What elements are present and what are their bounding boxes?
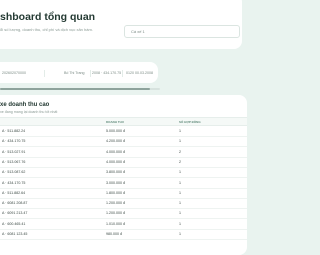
revenue-cell: 980.000 đ — [106, 232, 122, 236]
revenue-cell: 1.200.000 đ — [106, 211, 125, 216]
table-row-divider — [0, 187, 247, 189]
contract-count-cell: 1 — [179, 180, 181, 185]
filter-field-plate[interactable]: 2008 · 434.170.75 — [92, 71, 121, 75]
table-row-divider — [0, 197, 247, 199]
vehicle-plate-cell: A · 511.882.64 — [2, 190, 26, 195]
table-row-divider — [0, 136, 247, 137]
contract-count-cell: 2 — [179, 149, 181, 154]
table-row-divider — [0, 239, 247, 240]
revenue-cell: 1.010.000 đ — [106, 221, 125, 226]
table-row-divider — [0, 146, 247, 148]
scrollbar-thumb[interactable] — [0, 88, 151, 90]
table-row-divider — [0, 166, 247, 168]
contract-count-cell: 1 — [179, 139, 181, 144]
revenue-cell: 5.000.000 đ — [106, 129, 125, 133]
filter-field-name[interactable]: Bố Thi Trang — [64, 71, 85, 75]
filter-divider — [122, 70, 123, 77]
vehicle-plate-cell: A · 600.465.41 — [2, 221, 26, 226]
filter-divider — [90, 70, 91, 77]
revenue-cell: 3.800.000 đ — [106, 170, 125, 175]
table-subtitle: xe đang mang lại doanh thu tốt nhất — [0, 110, 58, 114]
vehicle-plate-cell: A · 6081 123.45 — [2, 232, 28, 236]
revenue-cell: 1.200.000 đ — [106, 201, 125, 206]
revenue-cell: 1.800.000 đ — [106, 190, 125, 195]
filter-select[interactable]: Cá xế 1 — [124, 25, 240, 38]
vehicle-plate-cell: A · 6081 208.87 — [2, 201, 28, 206]
page-subtitle: ổi số lượng, doanh thu, chỉ phí và dịch … — [0, 27, 93, 32]
column-header-contracts[interactable]: SỐ HỢP ĐỒNG — [179, 120, 201, 124]
filter-field-date[interactable]: 0120 00.03.2008 — [126, 71, 153, 75]
revenue-cell: 4.000.000 đ — [106, 159, 125, 164]
contract-count-cell: 1 — [179, 211, 181, 216]
revenue-cell: 3.000.000 đ — [106, 180, 125, 185]
filter-divider — [44, 70, 45, 77]
vehicle-plate-cell: A · 434.170.75 — [2, 139, 26, 144]
table-row-divider — [0, 156, 247, 158]
vehicle-plate-cell: A · 434.170.75 — [2, 180, 26, 185]
table-row-divider — [0, 208, 247, 210]
table-title: xe doanh thu cao — [0, 102, 50, 108]
vehicle-plate-cell: A · 513.067.76 — [2, 159, 26, 164]
filter-field-code[interactable]: 202602070000 — [2, 71, 26, 75]
column-header-revenue[interactable]: DOANH THU — [106, 120, 124, 124]
contract-count-cell: 1 — [179, 170, 181, 175]
revenue-cell: 4.200.000 đ — [106, 139, 125, 144]
page-title: shboard tổng quan — [0, 11, 96, 23]
contract-count-cell: 1 — [179, 190, 181, 195]
contract-count-cell: 2 — [179, 159, 181, 164]
contract-count-cell: 1 — [179, 129, 181, 133]
revenue-cell: 4.000.000 đ — [106, 149, 125, 154]
contract-count-cell: 1 — [179, 221, 181, 226]
vehicle-plate-cell: A · 511.882.24 — [2, 129, 26, 133]
table-row-divider — [0, 218, 247, 220]
horizontal-scrollbar[interactable] — [0, 88, 160, 90]
table-row-divider — [0, 228, 247, 230]
contract-count-cell: 1 — [179, 232, 181, 236]
contract-count-cell: 1 — [179, 201, 181, 206]
vehicle-plate-cell: A · 513.027.91 — [2, 149, 26, 154]
vehicle-plate-cell: A · 6091 213.47 — [2, 211, 28, 216]
table-row-divider — [0, 177, 247, 179]
vehicle-plate-cell: A · 513.087.62 — [2, 170, 26, 175]
